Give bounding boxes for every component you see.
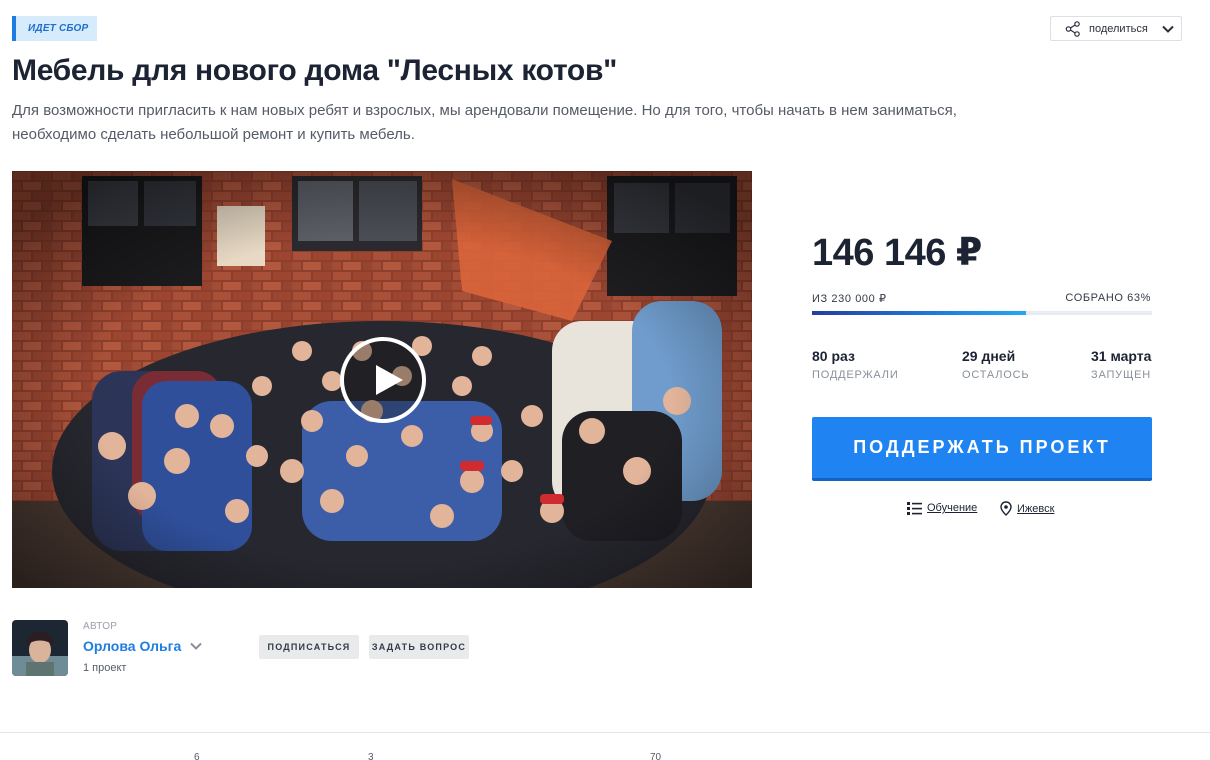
share-button[interactable]: поделиться — [1050, 16, 1182, 41]
play-button[interactable] — [340, 337, 426, 423]
share-icon — [1065, 20, 1080, 37]
stat-launched: 31 марта ЗАПУЩЕН — [1091, 348, 1151, 381]
support-project-button[interactable]: ПОДДЕРЖАТЬ ПРОЕКТ — [812, 417, 1152, 481]
tab-count[interactable]: 3 — [368, 752, 374, 760]
share-label: поделиться — [1089, 22, 1148, 35]
divider — [0, 732, 1210, 733]
collected-percent-label: СОБРАНО 63% — [1065, 292, 1151, 304]
stat-label: ЗАПУЩЕН — [1091, 369, 1151, 381]
stat-days-left: 29 дней ОСТАЛОСЬ — [962, 348, 1029, 381]
avatar[interactable] — [12, 620, 68, 676]
map-pin-icon — [1000, 501, 1012, 516]
stat-backers: 80 раз ПОДДЕРЖАЛИ — [812, 348, 899, 381]
subscribe-button[interactable]: ПОДПИСАТЬСЯ — [259, 635, 359, 659]
category-link[interactable]: Обучение — [907, 501, 977, 515]
progress-bar — [812, 311, 1152, 315]
author-projects-count: 1 проект — [83, 662, 127, 674]
category-label: Обучение — [927, 502, 978, 514]
location-label: Ижевск — [1017, 502, 1055, 515]
ask-question-button[interactable]: ЗАДАТЬ ВОПРОС — [369, 635, 469, 659]
tab-count[interactable]: 6 — [194, 752, 200, 760]
location-link[interactable]: Ижевск — [1000, 501, 1054, 516]
stat-value: 80 раз — [812, 348, 855, 364]
collected-amount: 146 146 ₽ — [812, 232, 982, 274]
stat-value: 29 дней — [962, 348, 1016, 364]
project-description: Для возможности пригласить к нам новых р… — [12, 102, 957, 143]
chevron-down-icon — [190, 642, 202, 650]
project-title: Мебель для нового дома "Лесных котов" — [12, 54, 618, 87]
stat-label: ОСТАЛОСЬ — [962, 369, 1030, 381]
goal-label: ИЗ 230 000 ₽ — [812, 293, 887, 305]
chevron-down-icon — [1162, 25, 1174, 33]
author-name: Орлова Ольга — [83, 638, 182, 654]
progress-fill — [812, 311, 1027, 315]
author-photo — [12, 620, 68, 676]
author-caption: АВТОР — [83, 621, 118, 632]
project-video[interactable] — [12, 171, 752, 588]
author-name-link[interactable]: Орлова Ольга — [83, 638, 203, 654]
stat-label: ПОДДЕРЖАЛИ — [812, 369, 899, 381]
tab-count[interactable]: 70 — [650, 752, 661, 760]
list-icon — [907, 502, 922, 515]
play-icon — [376, 365, 403, 395]
stat-value: 31 марта — [1091, 348, 1152, 364]
status-badge: ИДЕТ СБОР — [12, 16, 97, 41]
